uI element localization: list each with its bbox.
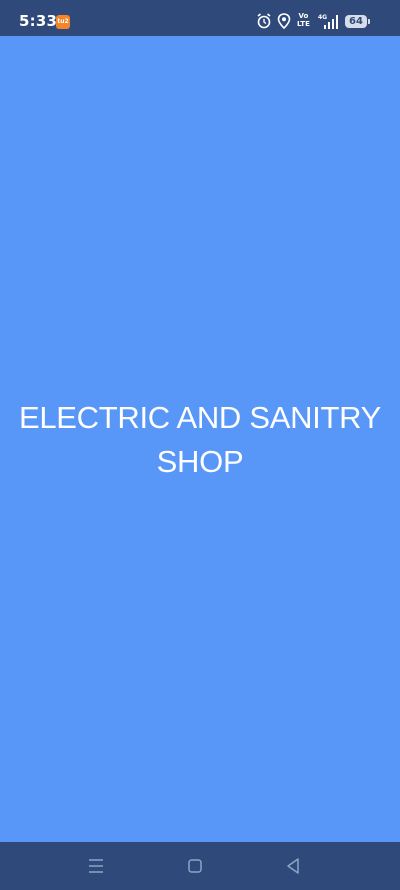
navigation-bar	[0, 842, 400, 890]
network-type-label: 4G	[318, 14, 327, 21]
volte-bottom-label: LTE	[297, 20, 310, 28]
battery-tip	[368, 19, 370, 24]
battery-level: 64	[349, 16, 363, 27]
home-icon[interactable]	[184, 855, 206, 877]
signal-icon: 4G	[316, 13, 340, 34]
location-icon	[277, 13, 291, 33]
volte-icon: Vo LTE	[297, 12, 310, 28]
status-time: 5:33	[19, 12, 58, 30]
volte-top-label: Vo	[298, 12, 309, 20]
status-bar: 5:33 tu2 Vo LTE 4G 64	[0, 0, 400, 36]
splash-screen: 5:33 tu2 Vo LTE 4G 64 ELECTRIC AND SANIT…	[0, 0, 400, 890]
main-content: ELECTRIC AND SANITRY SHOP	[0, 36, 400, 842]
app-notification-icon: tu2	[56, 15, 70, 29]
battery-icon: 64	[345, 15, 367, 28]
splash-title: ELECTRIC AND SANITRY SHOP	[18, 400, 382, 479]
menu-icon[interactable]	[85, 855, 107, 877]
alarm-icon	[256, 13, 272, 33]
back-icon[interactable]	[282, 855, 304, 877]
